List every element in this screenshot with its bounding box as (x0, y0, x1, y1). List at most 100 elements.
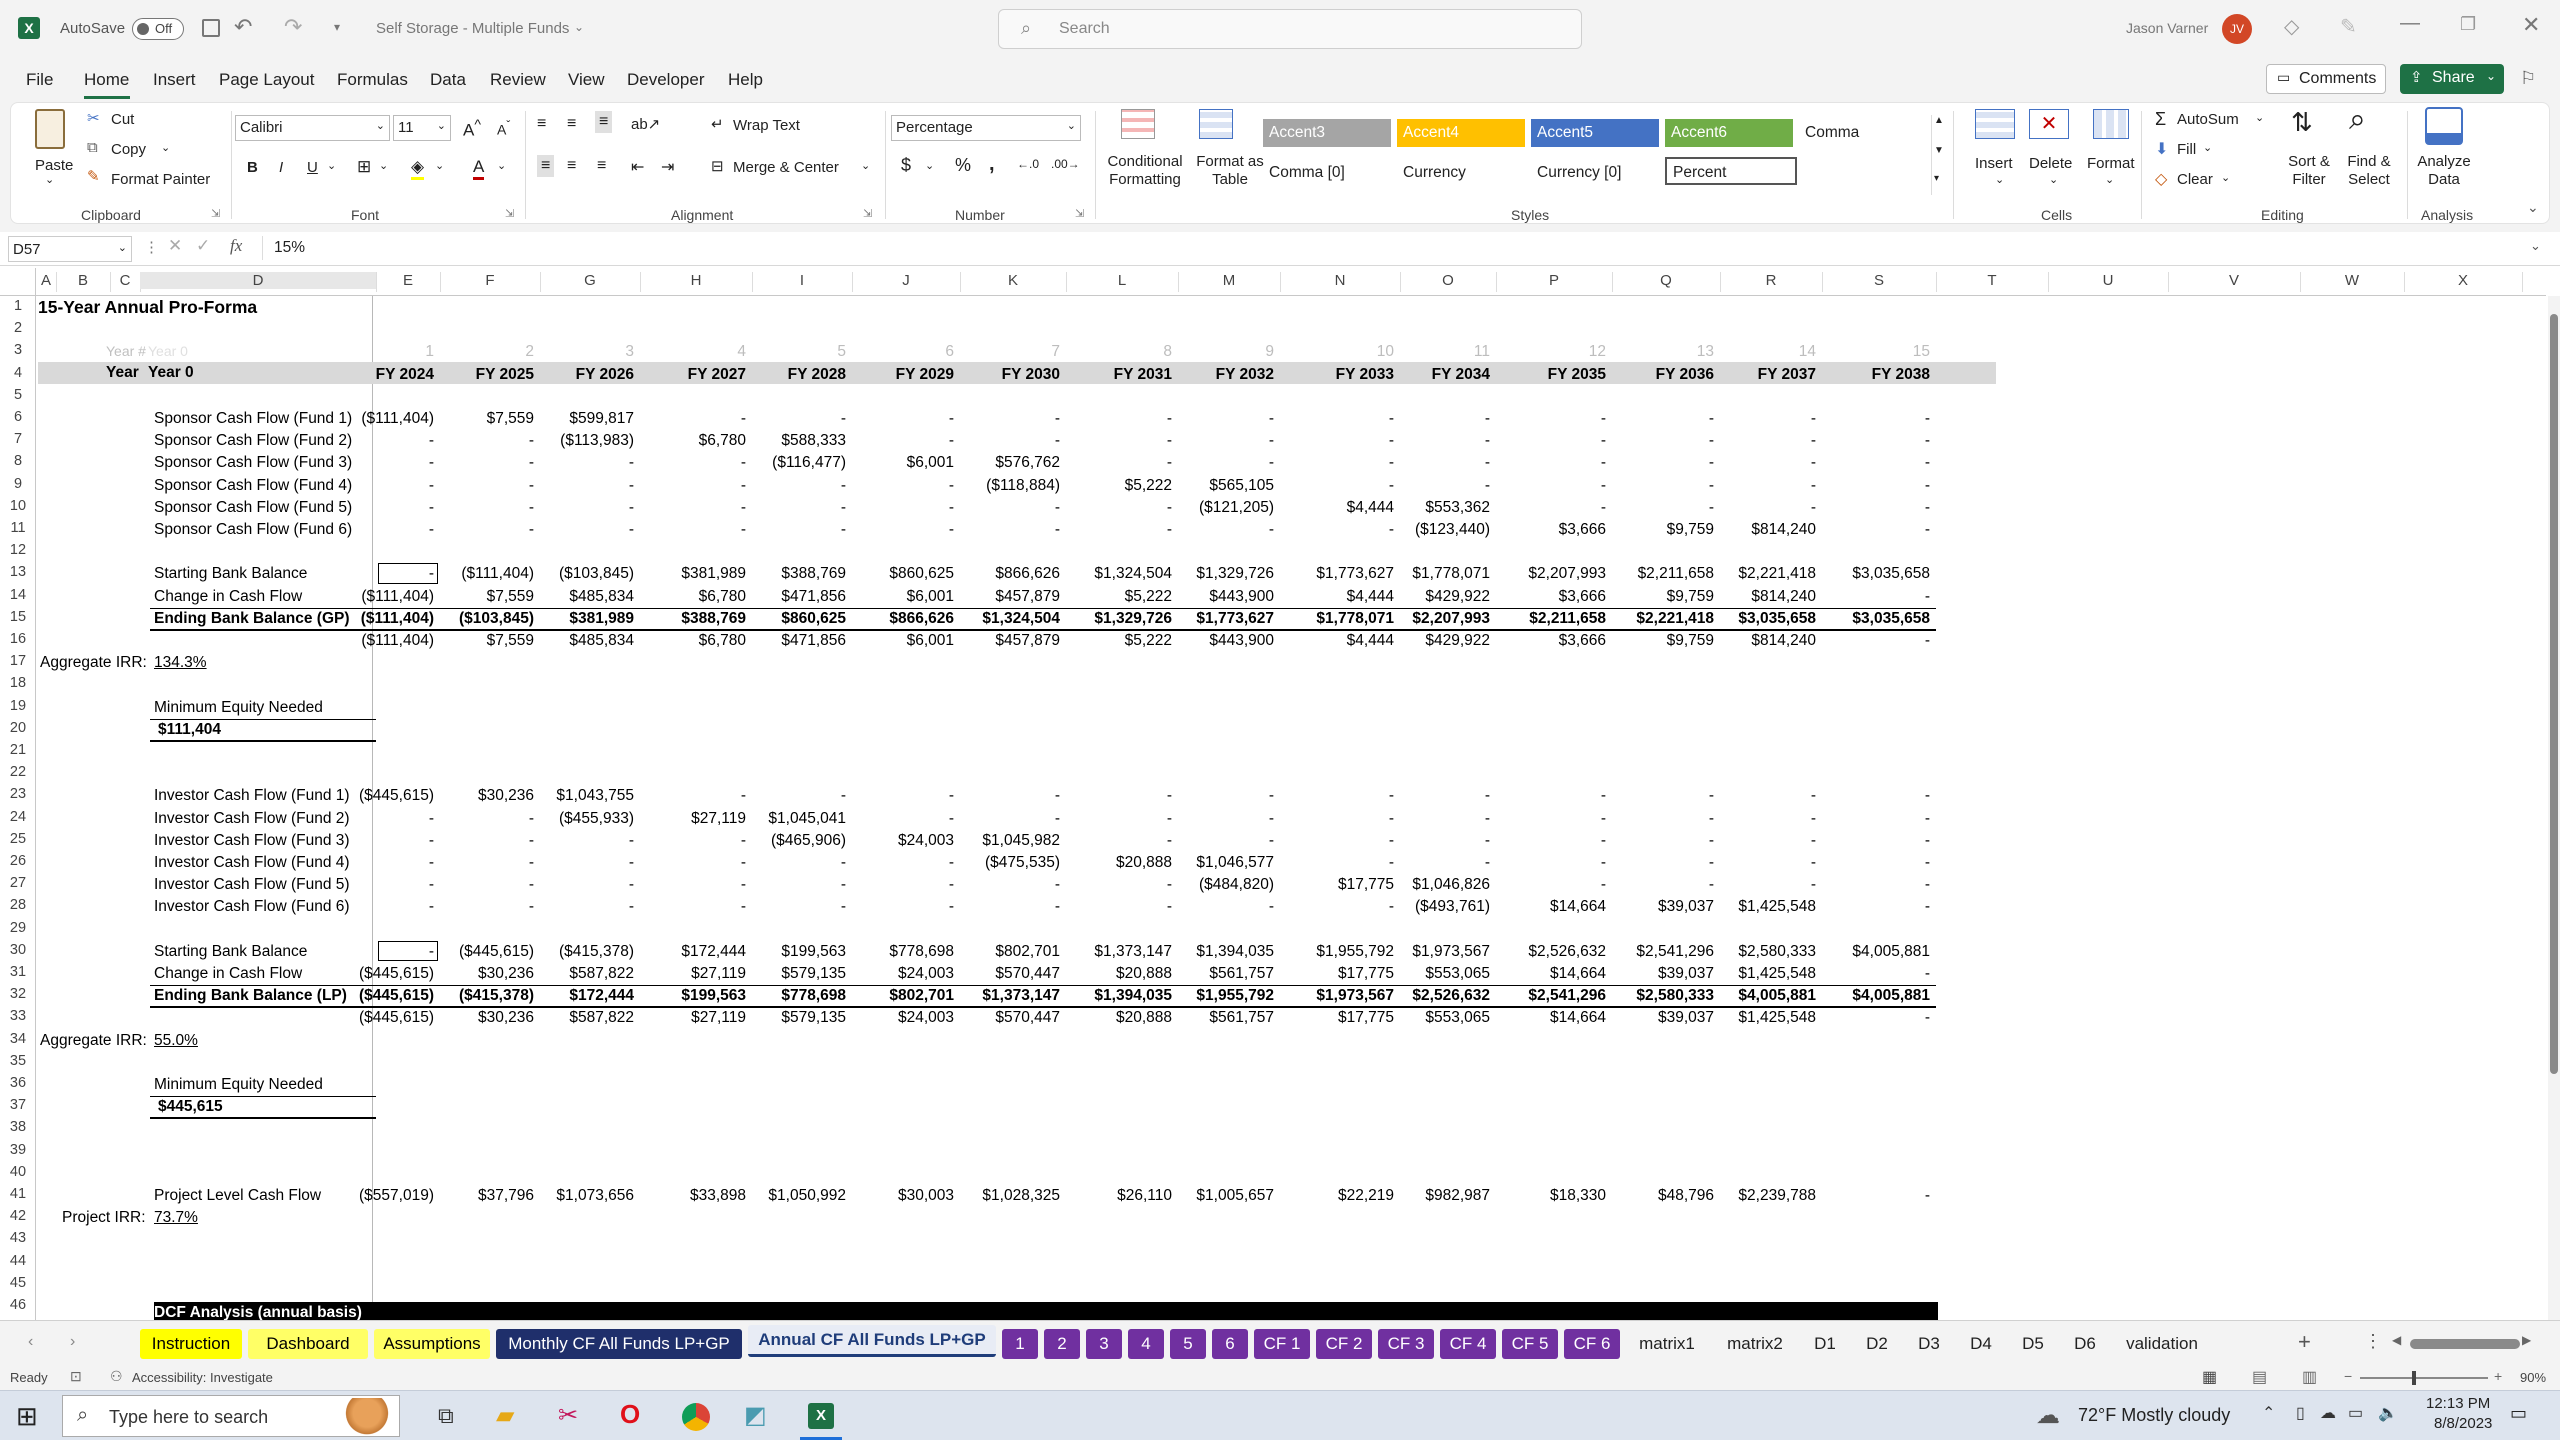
row-header-42[interactable]: 42 (0, 1208, 36, 1224)
align-top-icon[interactable]: ≡ (537, 115, 546, 133)
sheet-tab-monthly-cf-all-funds-lp-gp[interactable]: Monthly CF All Funds LP+GP (496, 1329, 742, 1359)
chevron-up-icon[interactable]: ▲ (1934, 115, 1944, 126)
pen-icon[interactable]: ✎ (2340, 14, 2357, 39)
italic-icon[interactable]: I (279, 159, 283, 176)
name-box[interactable]: D57 ⌄ (8, 236, 132, 262)
save-icon[interactable] (202, 19, 220, 37)
sheet-tab-dashboard[interactable]: Dashboard (248, 1329, 368, 1359)
menu-home[interactable]: Home (84, 70, 129, 90)
style-accent6[interactable]: Accent6 (1665, 119, 1793, 147)
accessibility-status[interactable]: Accessibility: Investigate (132, 1370, 273, 1385)
sheet-tab-5[interactable]: 5 (1170, 1329, 1206, 1359)
row-header-34[interactable]: 34 (0, 1031, 36, 1047)
style-currency[interactable]: Currency (1397, 159, 1525, 187)
column-header-w[interactable]: W (2300, 272, 2404, 289)
document-title[interactable]: Self Storage - Multiple Funds (376, 20, 569, 37)
formula-input[interactable]: 15% (274, 239, 305, 257)
chevron-down-icon[interactable]: ⌄ (379, 159, 388, 172)
column-header-i[interactable]: I (752, 272, 852, 289)
sheet-tab-cf-6[interactable]: CF 6 (1564, 1329, 1620, 1359)
row-header-27[interactable]: 27 (0, 875, 36, 891)
tray-chevron-icon[interactable]: ⌃ (2262, 1403, 2275, 1423)
menu-data[interactable]: Data (430, 70, 466, 90)
align-middle-icon[interactable]: ≡ (567, 115, 576, 133)
row-header-13[interactable]: 13 (0, 564, 36, 580)
row-header-10[interactable]: 10 (0, 498, 36, 514)
column-header-t[interactable]: T (1936, 272, 2048, 289)
wrap-text-button[interactable]: Wrap Text (733, 117, 800, 134)
styles-scroll[interactable]: ▲ ▼ ▾ (1931, 115, 1945, 195)
cut-button[interactable]: Cut (111, 111, 134, 128)
enter-icon[interactable]: ✓ (196, 236, 210, 256)
decrease-decimal-icon[interactable]: .00→ (1051, 157, 1080, 171)
borders-icon[interactable]: ⊞ (357, 157, 371, 177)
style-currency0[interactable]: Currency [0] (1531, 159, 1659, 187)
align-bottom-icon[interactable]: ≡ (595, 111, 613, 133)
redo-icon[interactable]: ↷ (284, 14, 302, 40)
conditional-formatting-button[interactable]: Conditional Formatting (1097, 153, 1193, 189)
expand-formula-icon[interactable]: ⌄ (2530, 238, 2541, 254)
normal-view-icon[interactable]: ▦ (2202, 1367, 2217, 1387)
sheet-tab-cf-3[interactable]: CF 3 (1378, 1329, 1434, 1359)
row-header-2[interactable]: 2 (0, 320, 36, 336)
format-cells-button[interactable]: Format (2087, 155, 2135, 172)
windows-start-icon[interactable]: ⊞ (16, 1401, 38, 1432)
column-header-q[interactable]: Q (1612, 272, 1720, 289)
chevron-down-icon[interactable]: ⌄ (497, 159, 506, 172)
row-header-32[interactable]: 32 (0, 986, 36, 1002)
sheet-tab-matrix1[interactable]: matrix1 (1626, 1329, 1708, 1359)
dialog-launcher-icon[interactable]: ⇲ (863, 207, 872, 220)
sheet-tab-cf-2[interactable]: CF 2 (1316, 1329, 1372, 1359)
sheet-tab-annual-cf-all-funds-lp-gp[interactable]: Annual CF All Funds LP+GP (748, 1325, 996, 1357)
page-layout-view-icon[interactable]: ▤ (2252, 1367, 2267, 1387)
scroll-tabs-left-icon[interactable]: ‹ (28, 1333, 33, 1351)
sheet-tab-assumptions[interactable]: Assumptions (374, 1329, 490, 1359)
sheet-tab-1[interactable]: 1 (1002, 1329, 1038, 1359)
row-header-30[interactable]: 30 (0, 942, 36, 958)
collapse-ribbon-icon[interactable]: ⌄ (2527, 199, 2539, 216)
menu-developer[interactable]: Developer (627, 70, 705, 90)
sheet-tab-4[interactable]: 4 (1128, 1329, 1164, 1359)
row-header-1[interactable]: 1 (0, 298, 36, 314)
paste-icon[interactable] (35, 109, 65, 149)
clear-button[interactable]: Clear (2177, 171, 2213, 188)
style-comma0[interactable]: Comma [0] (1263, 159, 1391, 187)
weather-text[interactable]: 72°F Mostly cloudy (2078, 1405, 2230, 1426)
more-sheets-icon[interactable]: ⋮ (2364, 1331, 2382, 1352)
taskbar-search[interactable]: ⌕ Type here to search (62, 1395, 400, 1437)
menu-view[interactable]: View (568, 70, 605, 90)
underline-icon[interactable]: U (307, 159, 318, 176)
minimize-icon[interactable]: — (2400, 12, 2420, 35)
search-box[interactable]: ⌕ Search (998, 9, 1582, 49)
chevron-down-icon[interactable]: ⌄ (2255, 111, 2264, 124)
font-size-select[interactable]: 11 ⌄ (393, 115, 451, 141)
page-break-view-icon[interactable]: ▥ (2302, 1367, 2317, 1387)
row-header-8[interactable]: 8 (0, 453, 36, 469)
sheet-tab-3[interactable]: 3 (1086, 1329, 1122, 1359)
sheet-tab-cf-5[interactable]: CF 5 (1502, 1329, 1558, 1359)
align-center-icon[interactable]: ≡ (567, 157, 576, 175)
scroll-tabs-right-icon[interactable]: › (70, 1333, 75, 1351)
clock-time[interactable]: 12:13 PM (2426, 1395, 2490, 1412)
row-header-16[interactable]: 16 (0, 631, 36, 647)
row-header-9[interactable]: 9 (0, 476, 36, 492)
row-header-45[interactable]: 45 (0, 1275, 36, 1291)
sheet-tab-instruction[interactable]: Instruction (140, 1329, 242, 1359)
row-header-17[interactable]: 17 (0, 653, 36, 669)
sheet-tab-d4[interactable]: D4 (1958, 1329, 2004, 1359)
row-header-35[interactable]: 35 (0, 1053, 36, 1069)
menu-help[interactable]: Help (728, 70, 763, 90)
row-header-29[interactable]: 29 (0, 920, 36, 936)
feedback-icon[interactable]: ⚐ (2520, 68, 2536, 89)
column-header-u[interactable]: U (2048, 272, 2168, 289)
increase-font-icon[interactable]: A^ (463, 117, 481, 141)
style-accent5[interactable]: Accent5 (1531, 119, 1659, 147)
tray-icon-1[interactable]: ▯ (2296, 1403, 2305, 1423)
task-view-icon[interactable]: ⧉ (438, 1403, 454, 1429)
align-right-icon[interactable]: ≡ (597, 157, 606, 175)
worksheet-grid[interactable]: 15-Year Annual Pro-Forma Year # Year 0 Y… (36, 296, 2546, 1320)
chevron-down-icon[interactable]: ⌄ (435, 159, 444, 172)
number-format-select[interactable]: Percentage ⌄ (891, 115, 1081, 141)
accounting-format-icon[interactable]: $ (901, 155, 911, 176)
row-header-31[interactable]: 31 (0, 964, 36, 980)
